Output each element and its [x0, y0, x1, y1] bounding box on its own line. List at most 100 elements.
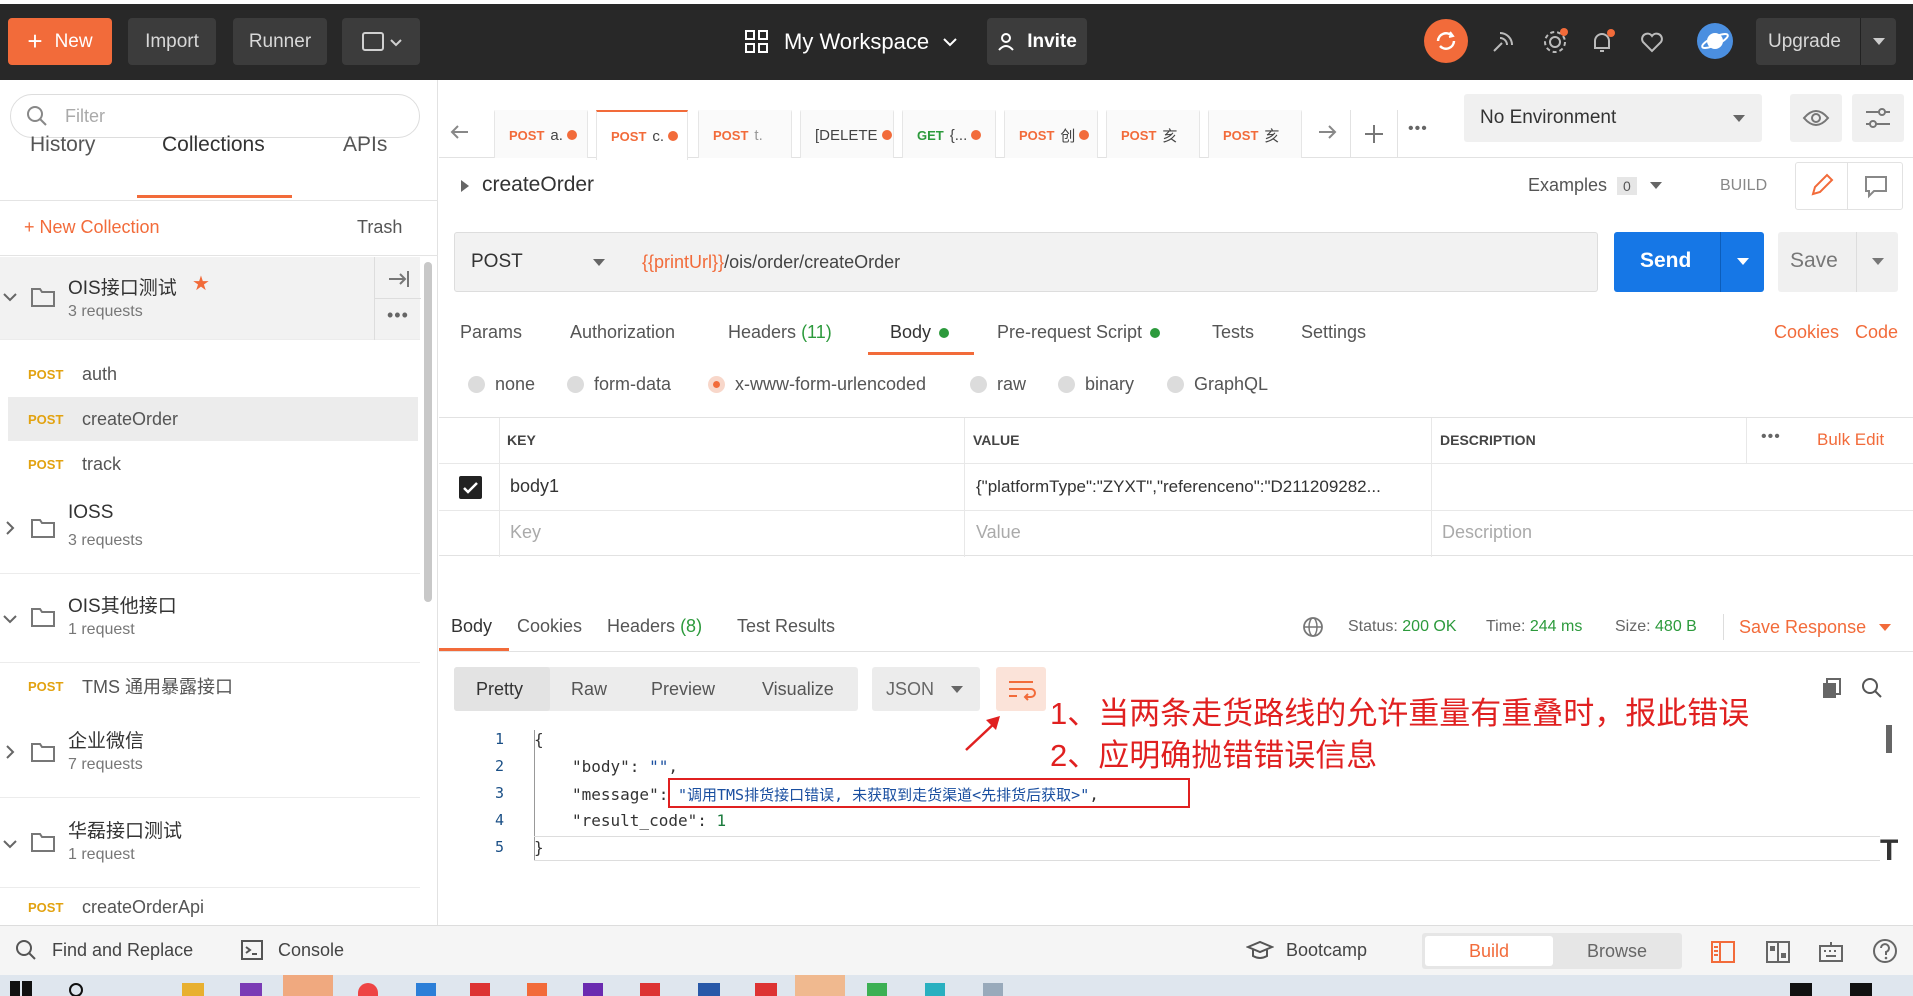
app-icon-teal[interactable]: [925, 983, 945, 996]
postman-app-icon[interactable]: [283, 975, 333, 996]
environment-select[interactable]: No Environment: [1464, 94, 1762, 142]
new-value-input[interactable]: Value: [976, 522, 1021, 543]
response-tab-headers[interactable]: Headers (8): [607, 616, 702, 637]
import-button[interactable]: Import: [128, 18, 216, 65]
radio-binary[interactable]: binary: [1058, 374, 1134, 395]
sidebar-scrollbar[interactable]: [424, 262, 432, 602]
view-pretty[interactable]: Pretty: [476, 679, 523, 700]
tab-request-7[interactable]: POST 亥: [1106, 110, 1200, 158]
caret-right-icon[interactable]: [458, 178, 472, 194]
environment-quick-look[interactable]: [1790, 94, 1842, 142]
bulk-edit-link[interactable]: Bulk Edit: [1817, 430, 1884, 450]
system-tray[interactable]: [1375, 983, 1515, 996]
tab-request-1[interactable]: POST a.: [494, 110, 588, 158]
collection-wecom[interactable]: 企业微信 7 requests: [0, 712, 420, 798]
tab-collections[interactable]: Collections: [162, 133, 265, 157]
request-name[interactable]: createOrder: [482, 173, 594, 197]
trash-button[interactable]: Trash: [357, 217, 402, 238]
tab-settings[interactable]: Settings: [1301, 322, 1366, 343]
send-button[interactable]: Send: [1614, 232, 1764, 292]
send-options-button[interactable]: [1720, 232, 1764, 292]
more-icon[interactable]: •••: [387, 305, 409, 326]
outlook-app-icon[interactable]: [698, 983, 720, 996]
arrow-left-icon[interactable]: [448, 120, 472, 144]
windows-start-icon[interactable]: [10, 981, 32, 996]
folder-app-icon[interactable]: [182, 983, 204, 996]
view-raw[interactable]: Raw: [571, 679, 607, 700]
code-link[interactable]: Code: [1855, 322, 1898, 343]
edit-mode-button[interactable]: [1796, 163, 1848, 209]
collection-ois-other[interactable]: OIS其他接口 1 request: [0, 577, 420, 663]
upgrade-button[interactable]: Upgrade: [1756, 18, 1896, 65]
app-icon-orange[interactable]: [527, 983, 547, 996]
app-icon-red[interactable]: [470, 983, 490, 996]
browse-mode-button[interactable]: Browse: [1556, 936, 1678, 966]
row-checkbox[interactable]: [459, 476, 482, 499]
satellite-button[interactable]: [1483, 22, 1523, 62]
notification-center-icon[interactable]: [1790, 983, 1812, 996]
request-auth[interactable]: POST auth: [8, 352, 418, 396]
request-track[interactable]: POST track: [8, 442, 418, 486]
request-createorderapi[interactable]: POST createOrderApi: [8, 890, 418, 924]
new-key-input[interactable]: Key: [510, 522, 541, 543]
collection-ioss[interactable]: IOSS 3 requests: [0, 488, 420, 574]
sync-button[interactable]: [1424, 19, 1468, 63]
settings-button[interactable]: [1535, 22, 1575, 62]
runner-button[interactable]: Runner: [233, 18, 327, 65]
more-icon[interactable]: •••: [1408, 120, 1428, 138]
tab-apis[interactable]: APIs: [343, 133, 387, 157]
comments-button[interactable]: [1850, 163, 1902, 209]
two-pane-icon[interactable]: [1710, 940, 1736, 964]
bootcamp-button[interactable]: Bootcamp: [1246, 938, 1367, 962]
tab-history[interactable]: History: [30, 133, 95, 157]
split-view-icon[interactable]: [1765, 940, 1791, 964]
radio-urlencoded[interactable]: x-www-form-urlencoded: [708, 374, 926, 395]
tab-body[interactable]: Body: [890, 322, 950, 343]
star-icon[interactable]: ★: [192, 271, 210, 296]
view-preview[interactable]: Preview: [651, 679, 715, 700]
tab-request-8[interactable]: POST 亥: [1208, 110, 1302, 158]
tab-request-6[interactable]: POST 创: [1004, 110, 1098, 158]
copy-icon[interactable]: [1820, 676, 1844, 700]
onenote-app-icon[interactable]: [240, 983, 262, 996]
save-button[interactable]: Save: [1778, 232, 1898, 292]
tab-request-4[interactable]: [DELETE: [800, 110, 894, 158]
wrap-lines-button[interactable]: [996, 667, 1046, 711]
filter-input[interactable]: Filter: [10, 94, 420, 138]
app-icon-gray[interactable]: [983, 983, 1003, 996]
view-visualize[interactable]: Visualize: [762, 679, 834, 700]
row-value[interactable]: {"platformType":"ZYXT","referenceno":"D2…: [976, 477, 1426, 497]
request-tms[interactable]: POST TMS 通用暴露接口: [8, 664, 418, 708]
caret-down-icon[interactable]: [1860, 18, 1896, 65]
globe-icon[interactable]: [1302, 616, 1324, 638]
tab-request-3[interactable]: POST t.: [698, 110, 792, 158]
tab-tests[interactable]: Tests: [1212, 322, 1254, 343]
method-select[interactable]: POST: [454, 232, 627, 292]
tab-prerequest[interactable]: Pre-request Script: [997, 322, 1161, 343]
avatar[interactable]: [1697, 23, 1733, 59]
app-icon-blue[interactable]: [416, 983, 436, 996]
console-button[interactable]: Console: [240, 938, 344, 962]
format-select[interactable]: JSON: [872, 667, 980, 711]
app-icon-active[interactable]: [795, 975, 845, 996]
editor-scrollbar[interactable]: [1886, 725, 1892, 753]
notifications-button[interactable]: [1582, 22, 1622, 62]
save-response-button[interactable]: Save Response: [1739, 617, 1892, 638]
radio-form-data[interactable]: form-data: [567, 374, 671, 395]
tab-headers[interactable]: Headers (11): [728, 322, 832, 343]
help-icon[interactable]: [1872, 938, 1898, 964]
arrow-right-icon[interactable]: [1315, 120, 1339, 144]
examples-dropdown[interactable]: Examples 0: [1528, 175, 1663, 196]
favorites-button[interactable]: [1632, 22, 1672, 62]
collection-hualei[interactable]: 华磊接口测试 1 request: [0, 802, 420, 888]
radio-graphql[interactable]: GraphQL: [1167, 374, 1268, 395]
app-icon-red-2[interactable]: [640, 983, 660, 996]
new-window-button[interactable]: [342, 18, 420, 65]
app-icon-purple[interactable]: [583, 983, 603, 996]
app-icon-red-3[interactable]: [755, 983, 777, 996]
save-options-button[interactable]: [1856, 232, 1898, 292]
radio-raw[interactable]: raw: [970, 374, 1026, 395]
search-icon[interactable]: [1860, 676, 1884, 700]
response-tab-tests[interactable]: Test Results: [737, 616, 835, 637]
new-button[interactable]: + New: [8, 18, 112, 65]
